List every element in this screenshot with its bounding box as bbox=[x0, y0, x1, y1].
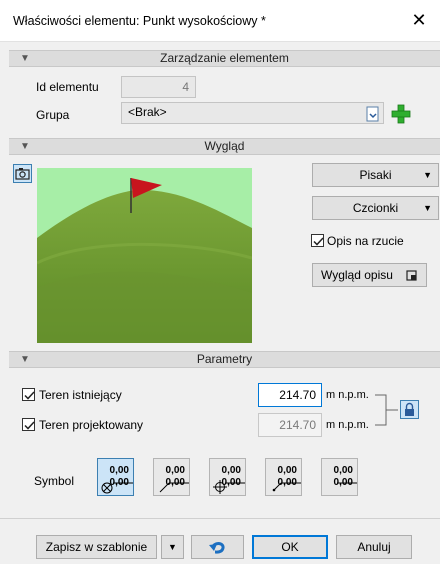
pens-button[interactable]: Pisaki ▼ bbox=[312, 163, 439, 187]
add-group-icon[interactable] bbox=[391, 104, 411, 124]
undo-button[interactable] bbox=[191, 535, 244, 559]
section-header-parameters[interactable]: ▼ Parametry bbox=[9, 351, 440, 368]
camera-icon[interactable] bbox=[13, 164, 32, 183]
symbol-top-value: 0,00 bbox=[333, 465, 353, 476]
symbol-option-dot[interactable]: 0,00 0,00 bbox=[265, 458, 302, 496]
cancel-label: Anuluj bbox=[357, 540, 391, 554]
dropdown-arrow-icon: ▼ bbox=[423, 170, 432, 180]
id-field: 4 bbox=[121, 76, 196, 98]
symbol-top-value: 0,00 bbox=[109, 465, 129, 476]
close-icon[interactable]: ✕ bbox=[408, 9, 430, 31]
group-select[interactable]: <Brak> bbox=[121, 102, 384, 124]
symbol-bottom-value: 0,00 bbox=[333, 477, 353, 488]
description-on-projection-checkbox[interactable] bbox=[311, 234, 324, 247]
section-title-management: Zarządzanie elementem bbox=[160, 51, 289, 65]
section-title-appearance: Wygląd bbox=[204, 139, 245, 153]
undo-icon bbox=[209, 542, 225, 554]
existing-terrain-input[interactable]: 214.70 bbox=[258, 383, 322, 407]
symbol-option-blank[interactable]: 0,00 0,00 bbox=[321, 458, 358, 496]
symbol-option-slash[interactable]: 0,00 0,00 bbox=[153, 458, 190, 496]
link-bracket bbox=[375, 394, 398, 426]
symbol-option-circle-x[interactable]: 0,00 0,00 bbox=[97, 458, 134, 496]
preview-3d[interactable] bbox=[37, 168, 252, 343]
dropdown-arrow-icon: ▼ bbox=[168, 542, 177, 552]
check-icon bbox=[24, 391, 35, 400]
check-icon bbox=[24, 421, 35, 430]
description-on-projection-label: Opis na rzucie bbox=[327, 234, 404, 248]
symbol-top-value: 0,00 bbox=[277, 465, 297, 476]
section-header-appearance[interactable]: ▼ Wygląd bbox=[9, 138, 440, 155]
cancel-button[interactable]: Anuluj bbox=[336, 535, 412, 559]
group-browse-icon[interactable] bbox=[364, 105, 382, 123]
designed-terrain-unit: m n.p.m. bbox=[326, 419, 369, 431]
ok-label: OK bbox=[281, 540, 299, 554]
group-label: Grupa bbox=[36, 108, 70, 122]
existing-terrain-unit: m n.p.m. bbox=[326, 389, 369, 401]
group-value: <Brak> bbox=[128, 105, 167, 119]
section-header-management[interactable]: ▼ Zarządzanie elementem bbox=[9, 50, 440, 67]
existing-terrain-checkbox[interactable] bbox=[22, 388, 35, 401]
fonts-button[interactable]: Czcionki ▼ bbox=[312, 196, 439, 220]
symbol-top-value: 0,00 bbox=[221, 465, 241, 476]
designed-terrain-checkbox[interactable] bbox=[22, 418, 35, 431]
section-title-parameters: Parametry bbox=[196, 352, 253, 366]
description-style-button[interactable]: Wygląd opisu bbox=[312, 263, 427, 287]
ok-button[interactable]: OK bbox=[252, 535, 328, 559]
title-bar: Właściwości elementu: Punkt wysokościowy… bbox=[0, 0, 440, 42]
fonts-label: Czcionki bbox=[352, 201, 399, 215]
save-template-button[interactable]: Zapisz w szablonie bbox=[36, 535, 157, 559]
check-icon bbox=[313, 237, 324, 246]
id-label: Id elementu bbox=[36, 80, 99, 94]
symbol-option-circle-cross[interactable]: 0,00 0,00 bbox=[209, 458, 246, 496]
designed-terrain-input[interactable]: 214.70 bbox=[258, 413, 322, 437]
save-template-dropdown[interactable]: ▼ bbox=[161, 535, 184, 559]
symbol-bottom-value: 0,00 bbox=[165, 477, 185, 488]
dropdown-arrow-icon: ▼ bbox=[423, 203, 432, 213]
symbol-bottom-value: 0,00 bbox=[277, 477, 297, 488]
save-template-label: Zapisz w szablonie bbox=[45, 540, 148, 554]
window-title: Właściwości elementu: Punkt wysokościowy… bbox=[13, 14, 266, 28]
existing-terrain-label: Teren istniejący bbox=[39, 388, 122, 402]
dialog-open-icon bbox=[406, 270, 417, 281]
pens-label: Pisaki bbox=[359, 168, 392, 182]
lock-icon[interactable] bbox=[400, 400, 419, 419]
symbol-bottom-value: 0,00 bbox=[109, 477, 129, 488]
description-style-label: Wygląd opisu bbox=[321, 268, 393, 282]
footer-divider bbox=[0, 518, 440, 519]
symbol-top-value: 0,00 bbox=[165, 465, 185, 476]
designed-terrain-label: Teren projektowany bbox=[39, 418, 144, 432]
symbol-bottom-value: 0,00 bbox=[221, 477, 241, 488]
symbol-label: Symbol bbox=[34, 474, 75, 488]
